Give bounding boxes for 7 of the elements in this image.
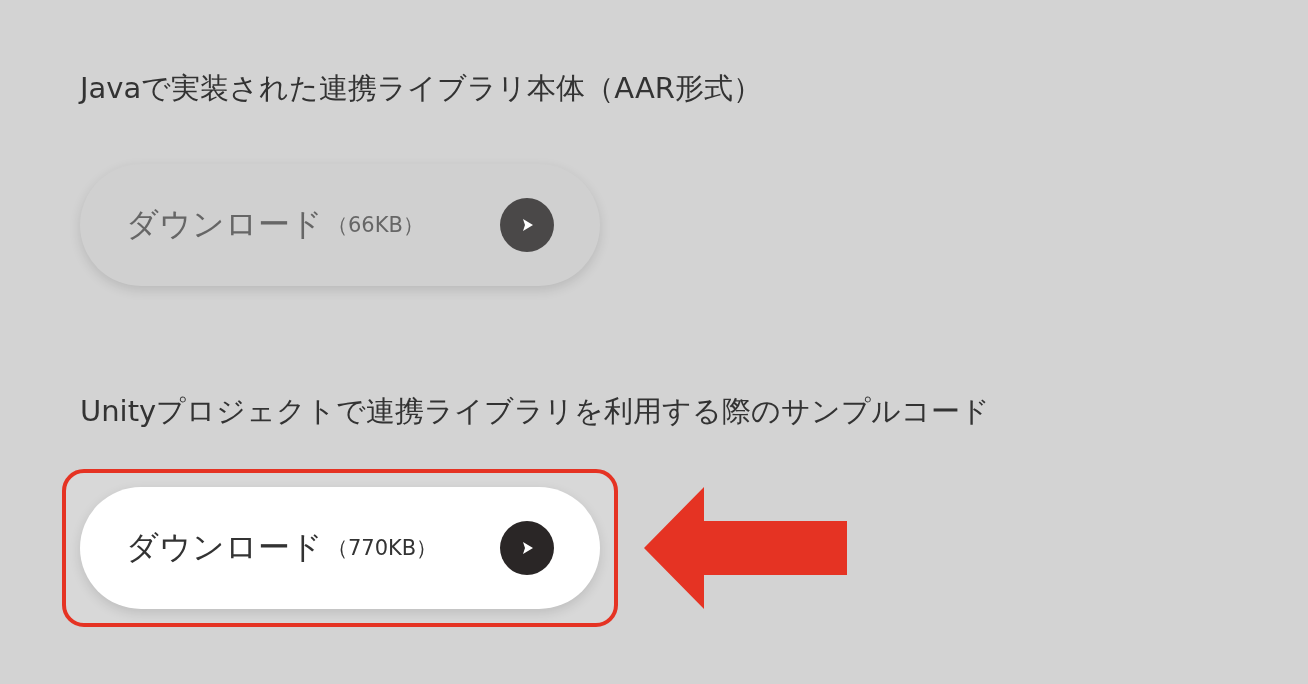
arrow-circle-icon — [500, 521, 554, 575]
download-button[interactable]: ダウンロード（66KB） — [80, 164, 600, 286]
section-heading: Unityプロジェクトで連携ライブラリを利用する際のサンプルコード — [79, 393, 992, 430]
section-heading: Javaで実装された連携ライブラリ本体（AAR形式） — [77, 70, 763, 107]
download-button[interactable]: ダウンロード（770KB） — [80, 487, 600, 609]
arrow-icon — [644, 487, 847, 609]
arrow-circle-icon — [500, 198, 554, 252]
